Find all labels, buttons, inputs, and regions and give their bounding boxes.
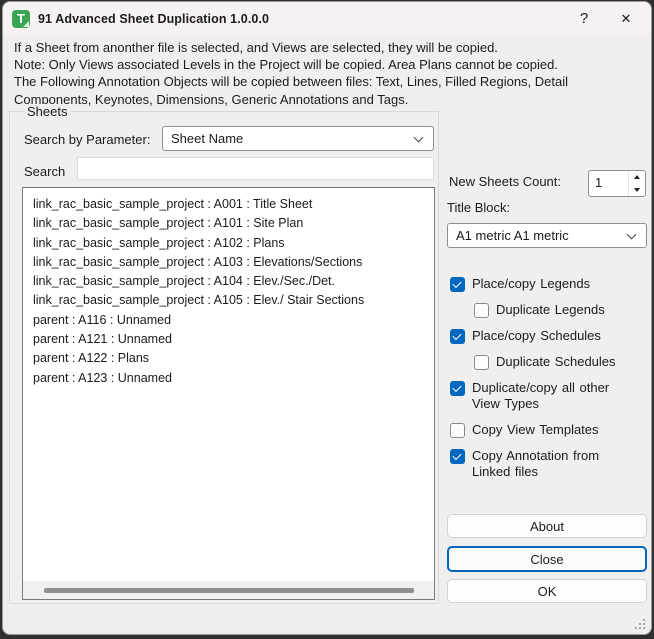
checkbox-label: Copy Annotation from Linked files — [472, 448, 600, 479]
sheets-group-title: Sheets — [23, 104, 72, 119]
checkbox-label: Place/copy Legends — [472, 276, 591, 291]
window-title: 91 Advanced Sheet Duplication 1.0.0.0 — [38, 11, 270, 26]
intro-text: If a Sheet from anonther file is selecte… — [14, 39, 636, 108]
checkbox-checked-icon[interactable] — [450, 277, 465, 292]
resize-grip-icon[interactable] — [635, 618, 646, 629]
checkbox-unchecked-icon[interactable] — [474, 355, 489, 370]
checkbox-row[interactable]: Place/copy Schedules — [450, 328, 651, 344]
intro-line-1: If a Sheet from anonther file is selecte… — [14, 40, 498, 55]
checkbox-row[interactable]: Copy Annotation from Linked files — [450, 448, 651, 480]
list-item[interactable]: link_rac_basic_sample_project : A103 : E… — [33, 253, 434, 272]
horizontal-scrollbar[interactable] — [23, 581, 434, 599]
sheets-groupbox: Sheets Search by Parameter: Sheet Name S… — [9, 104, 439, 604]
title-block-dropdown-value: A1 metric A1 metric — [456, 228, 569, 243]
checkbox-row[interactable]: Copy View Templates — [450, 422, 651, 438]
list-item[interactable]: parent : A121 : Unnamed — [33, 330, 434, 349]
stepper-buttons — [628, 171, 645, 196]
checkbox-row[interactable]: Place/copy Legends — [450, 276, 651, 292]
checkbox-unchecked-icon[interactable] — [474, 303, 489, 318]
sheet-list: link_rac_basic_sample_project : A001 : T… — [23, 188, 434, 388]
dialog-window: T 91 Advanced Sheet Duplication 1.0.0.0 … — [2, 1, 652, 635]
parameter-dropdown[interactable]: Sheet Name — [162, 126, 434, 151]
list-item[interactable]: link_rac_basic_sample_project : A102 : P… — [33, 234, 434, 253]
title-block-dropdown[interactable]: A1 metric A1 metric — [447, 223, 647, 248]
checkbox-unchecked-icon[interactable] — [450, 423, 465, 438]
new-sheets-count-label: New Sheets Count: — [449, 174, 562, 189]
titlebar: T 91 Advanced Sheet Duplication 1.0.0.0 … — [3, 2, 651, 35]
checkbox-label: Duplicate/copy all other View Types — [472, 380, 610, 411]
checkbox-label: Duplicate Schedules — [496, 354, 616, 369]
list-item[interactable]: link_rac_basic_sample_project : A101 : S… — [33, 214, 434, 233]
parameter-dropdown-value: Sheet Name — [171, 131, 244, 146]
scrollbar-thumb[interactable] — [44, 588, 414, 593]
list-item[interactable]: parent : A116 : Unnamed — [33, 311, 434, 330]
app-icon: T — [12, 9, 30, 28]
app-icon-letter: T — [17, 11, 25, 26]
checkbox-checked-icon[interactable] — [450, 329, 465, 344]
chevron-down-icon — [413, 132, 424, 143]
new-sheets-count-stepper[interactable]: 1 — [588, 170, 646, 197]
options-checkboxes: Place/copy Legends Duplicate Legends Place… — [450, 276, 651, 480]
ok-button[interactable]: OK — [447, 579, 647, 603]
checkbox-row[interactable]: Duplicate Schedules — [474, 354, 651, 370]
list-item[interactable]: link_rac_basic_sample_project : A104 : E… — [33, 272, 434, 291]
checkbox-label: Place/copy Schedules — [472, 328, 601, 343]
search-label: Search — [24, 164, 66, 179]
new-sheets-count-value[interactable]: 1 — [589, 171, 628, 196]
checkbox-row[interactable]: Duplicate Legends — [474, 302, 651, 318]
intro-line-3: The Following Annotation Objects will be… — [14, 74, 569, 107]
checkbox-label: Copy View Templates — [472, 422, 599, 437]
checkbox-checked-icon[interactable] — [450, 381, 465, 396]
title-block-label: Title Block: — [447, 200, 511, 215]
intro-line-2: Note: Only Views associated Levels in th… — [14, 57, 558, 73]
checkbox-checked-icon[interactable] — [450, 449, 465, 464]
about-button[interactable]: About — [447, 514, 647, 538]
chevron-down-icon — [626, 229, 637, 240]
window-close-icon[interactable]: ✕ — [611, 6, 641, 32]
list-item[interactable]: link_rac_basic_sample_project : A001 : T… — [33, 195, 434, 214]
stepper-up-icon[interactable] — [629, 171, 645, 184]
help-button[interactable]: ? — [569, 6, 599, 32]
sheet-listbox: link_rac_basic_sample_project : A001 : T… — [22, 187, 435, 600]
search-by-parameter-label: Search by Parameter: — [24, 132, 151, 147]
list-item[interactable]: parent : A122 : Plans — [33, 349, 434, 368]
stepper-down-icon[interactable] — [629, 184, 645, 197]
checkbox-row[interactable]: Duplicate/copy all other View Types — [450, 380, 651, 412]
list-item[interactable]: link_rac_basic_sample_project : A105 : E… — [33, 291, 434, 310]
checkbox-label: Duplicate Legends — [496, 302, 605, 317]
close-button[interactable]: Close — [447, 546, 647, 572]
search-input[interactable] — [77, 157, 434, 180]
list-item[interactable]: parent : A123 : Unnamed — [33, 369, 434, 388]
